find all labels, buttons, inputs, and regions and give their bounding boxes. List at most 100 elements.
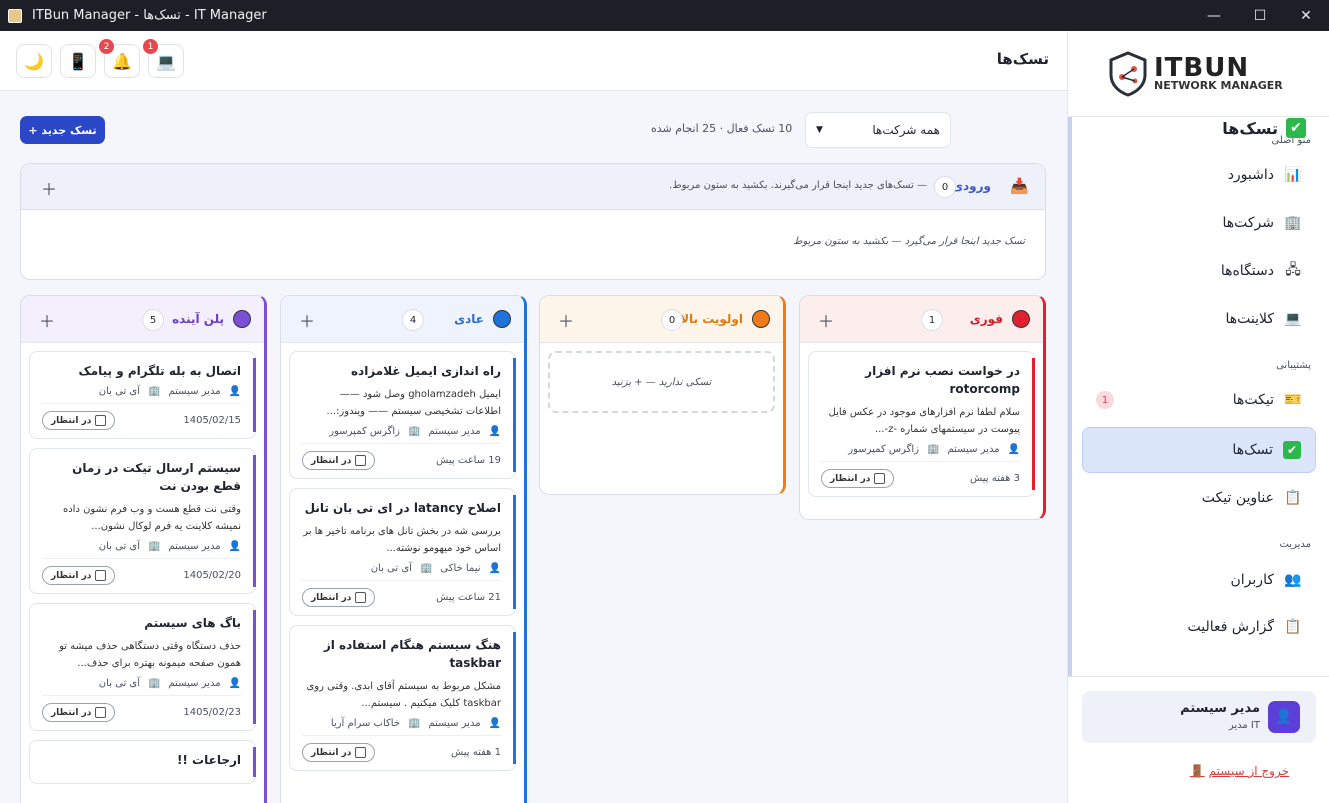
empty-dropzone[interactable]: تسکی ندارید — + بزنید [548,351,775,413]
tasks-heading-label: تسک‌ها [1222,118,1278,138]
task-card[interactable]: سیستم ارسال تیکت در زمان قطع بودن نت وقتی… [29,448,256,594]
column-urgent[interactable]: فوری 1 ＋ در خواست نصب نرم افزار rotorcomp سل… [799,295,1046,520]
task-time: 21 ساعت پیش [436,592,501,603]
sidebar-item-dashboard[interactable]: 📊 داشبورد [1082,152,1316,198]
logo-shield-icon [1109,51,1147,97]
blue-circle-icon [493,310,511,328]
task-card[interactable]: باگ های سیستم حذف دستگاه وقتی دستگاهی حذف… [29,603,256,731]
sidebar-item-tickets[interactable]: 🎫 تیکت‌ها 1 [1082,377,1316,423]
task-description: سلام لطفا نرم افزارهای موجود در عکس فایل… [828,407,1021,435]
task-status-button[interactable]: در انتظار [302,588,376,607]
task-status-button[interactable]: در انتظار [302,451,376,470]
task-company: خاکاب سرام آریا [330,718,401,729]
task-user: نیما خاکی [440,563,481,574]
mobile-button[interactable]: 📱 [60,44,96,78]
task-time: 3 هفته پیش [970,473,1020,484]
devices-button[interactable]: 💻 1 [143,39,184,78]
task-status-button[interactable]: در انتظار [302,743,376,762]
column-count: 1 [921,309,943,331]
device-badge: 1 [143,39,158,54]
sidebar-item-tasks[interactable]: ✔ تسک‌ها [1082,427,1316,473]
task-title: سیستم ارسال تیکت در زمان قطع بودن نت [72,461,241,493]
sidebar-item-activity-log[interactable]: 📋 گزارش فعالیت [1082,604,1316,650]
task-title: اصلاح latancy در ای تی بان تانل [304,501,501,515]
task-description: ایمیل gholamzadeh وصل شود —— اطلاعات تشخ… [326,389,501,417]
checkbox-icon [355,747,367,758]
clipboard-icon: 📋 [1284,490,1302,506]
task-company: آی تی بان [370,563,412,574]
sidebar-item-devices[interactable]: 🖧 دستگاه‌ها [1082,248,1316,294]
laptop-icon: 💻 [156,51,176,71]
task-time: 1 هفته پیش [451,747,501,758]
add-task-button[interactable]: ＋ [558,308,574,332]
inbox-column[interactable]: 📥 ورودی 0 — تسک‌های جدید اینجا قرار می‌گ… [20,163,1046,280]
notification-badge: 2 [99,39,114,54]
company-select[interactable]: همه شرکت‌ها ▼ [805,112,951,148]
checkbox-icon [874,473,886,484]
user-icon: 👤 [488,718,501,729]
task-card[interactable]: اتصال به بله تلگرام و پیامک 👤 مدیر سیستم 🏢 آ… [29,351,256,439]
add-task-button[interactable]: ＋ [299,308,315,332]
checkbox-icon [95,570,107,581]
task-card[interactable]: در خواست نصب نرم افزار rotorcomp سلام لطف… [808,351,1035,497]
sidebar-item-clients[interactable]: 💻 کلاینت‌ها [1082,296,1316,342]
column-title: فوری [969,312,1003,326]
task-card[interactable]: اصلاح latancy در ای تی بان تانل بررسی شه … [289,488,516,616]
red-circle-icon [1012,310,1030,328]
section-management-label: مدیریت [1279,539,1311,550]
door-icon: 🚪 [1189,764,1205,778]
task-status-button[interactable]: در انتظار [42,411,116,430]
task-user: مدیر سیستم [168,541,221,552]
task-status-label: در انتظار [311,455,352,466]
task-status-button[interactable]: در انتظار [42,566,116,585]
task-status-label: در انتظار [51,415,92,426]
task-card[interactable]: هنگ سیستم هنگام استفاده از taskbar مشکل م… [289,625,516,771]
new-task-button[interactable]: + تسک جدید [20,116,105,144]
column-count: 0 [661,309,683,331]
column-normal[interactable]: عادی 4 ＋ راه اندازی ایمیل غلامزاده ایمیل gho… [280,295,527,803]
notifications-button[interactable]: 🔔 2 [99,39,140,78]
add-task-button[interactable]: ＋ [39,308,55,332]
sidebar-item-companies[interactable]: 🏢 شرکت‌ها [1082,200,1316,246]
column-count: 5 [142,309,164,331]
user-icon: 👤 [228,386,241,397]
chevron-down-icon: ▼ [816,125,823,135]
task-status-label: در انتظار [51,570,92,581]
ticket-icon: 🎫 [1284,392,1302,408]
sidebar-item-label: تسک‌ها [1232,442,1273,458]
task-description: بررسی شه در بخش تانل های برنامه تاخیر ها… [303,526,501,554]
add-task-button[interactable]: ＋ [818,308,834,332]
task-title: در خواست نصب نرم افزار rotorcomp [865,364,1020,396]
maximize-button[interactable]: ☐ [1237,0,1283,31]
user-icon: 👤 [228,541,241,552]
theme-toggle-button[interactable]: 🌙 [16,44,52,78]
sidebar-scrollbar[interactable] [1068,117,1072,677]
user-profile[interactable]: 👤 مدیر سیستم مدیر IT [1082,691,1316,743]
sidebar-item-label: گزارش فعالیت [1187,619,1274,635]
logout-link[interactable]: 🚪 خروج از سیستم [1190,764,1289,778]
minimize-button[interactable]: — [1191,0,1237,31]
avatar: 👤 [1268,701,1300,733]
task-user: مدیر سیستم [947,444,1000,455]
column-future-plan[interactable]: پلن آینده 5 ＋ اتصال به بله تلگرام و پیامک 👤 م… [20,295,267,803]
close-button[interactable]: ✕ [1283,0,1329,31]
task-summary: 10 تسک فعال · 25 انجام شده [651,122,793,135]
task-status-button[interactable]: در انتظار [821,469,895,488]
inbox-hint: — تسک‌های جدید اینجا قرار می‌گیرند. بکشی… [669,180,927,191]
inbox-title: ورودی [952,179,991,193]
task-card[interactable]: ارجاعات !! [29,740,256,784]
task-status-button[interactable]: در انتظار [42,703,116,722]
column-high-priority[interactable]: اولویت بالا 0 ＋ تسکی ندارید — + بزنید [539,295,786,495]
network-icon: 🖧 [1285,262,1301,278]
task-card[interactable]: راه اندازی ایمیل غلامزاده ایمیل gholamzad… [289,351,516,479]
tickets-badge: 1 [1096,391,1114,409]
sidebar-item-label: تیکت‌ها [1232,392,1274,408]
inbox-tray-icon: 📥 [1010,177,1029,195]
sidebar-item-ticket-titles[interactable]: 📋 عناوین تیکت [1082,475,1316,521]
sidebar-item-users[interactable]: 👥 کاربران [1082,557,1316,603]
add-inbox-task-button[interactable]: ＋ [41,176,57,200]
task-time: 1405/02/20 [183,570,241,581]
task-status-label: در انتظار [311,747,352,758]
checkmark-icon: ✔ [1283,441,1301,459]
user-role: مدیر IT [1228,720,1260,731]
